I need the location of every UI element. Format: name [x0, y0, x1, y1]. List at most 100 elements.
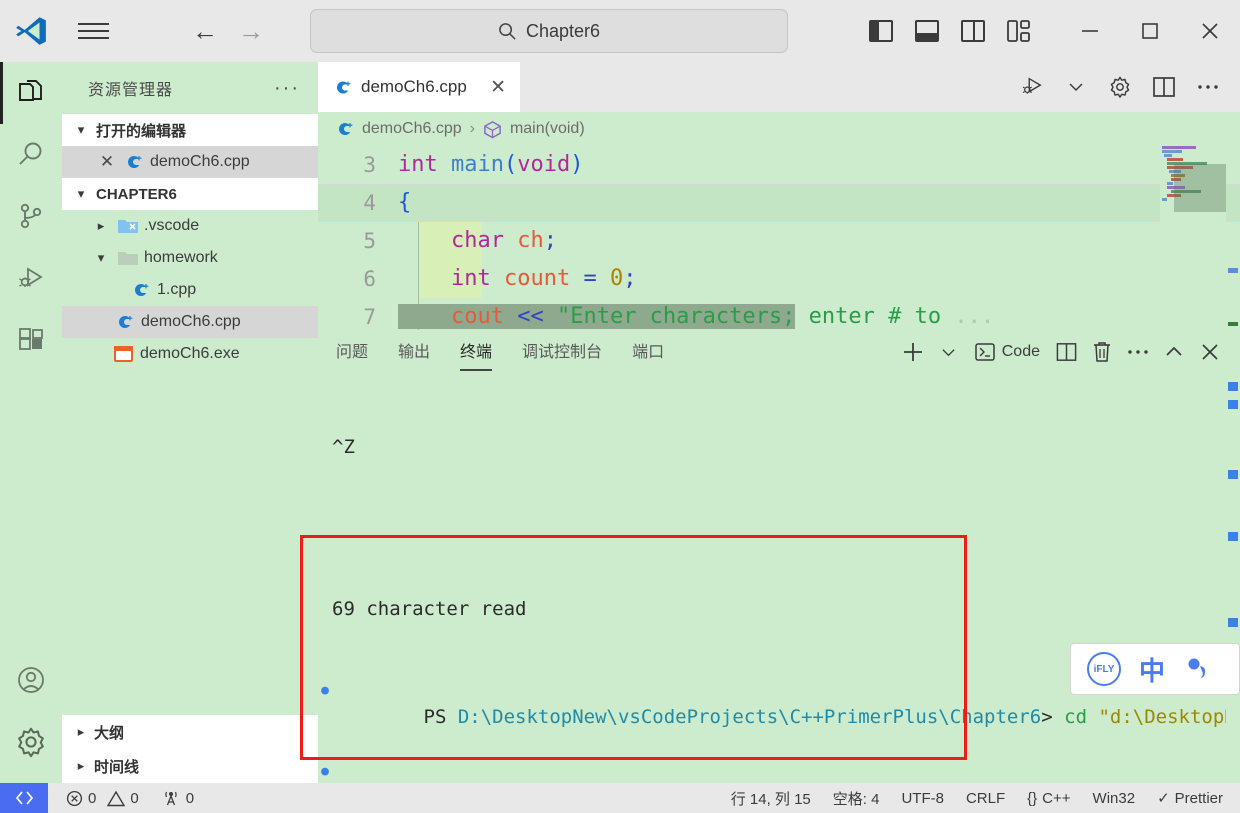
terminal-name[interactable]: Code — [969, 343, 1046, 361]
terminal-output[interactable]: ^Z 69 character read ● PS D:\DesktopNew\v… — [318, 374, 1226, 783]
editor-more-actions-button[interactable] — [1188, 62, 1228, 112]
chevron-up-icon — [1166, 346, 1182, 356]
editor-minimap[interactable] — [1160, 146, 1226, 330]
run-and-debug-icon — [19, 267, 43, 287]
maximize-panel-button[interactable] — [1158, 330, 1190, 374]
account-icon — [18, 667, 44, 693]
code-line: 4 { — [318, 184, 1240, 222]
editor-group: demoCh6.cpp ✕ demoCh6.cpp › main(void) 3… — [318, 62, 1240, 330]
editor-eol[interactable]: CRLF — [955, 783, 1016, 813]
panel-more-actions-button[interactable] — [1122, 330, 1154, 374]
maximize-button[interactable] — [1120, 0, 1180, 62]
minimap-slider[interactable] — [1174, 164, 1226, 212]
ime-floating-toolbar[interactable]: iFLY 中 — [1070, 643, 1240, 695]
ime-language-mode[interactable]: 中 — [1139, 651, 1165, 688]
chevron-right-icon: ▸ — [77, 724, 85, 739]
terminal-line: 69 character read — [332, 598, 527, 620]
tab-output[interactable]: 输出 — [398, 338, 430, 367]
close-button[interactable] — [1180, 0, 1240, 62]
remote-window-icon[interactable] — [0, 783, 48, 813]
tab-terminal[interactable]: 终端 — [460, 338, 493, 371]
tab-demoCh6-cpp[interactable]: demoCh6.cpp ✕ — [318, 62, 520, 112]
breadcrumb-file[interactable]: demoCh6.cpp — [362, 120, 462, 138]
run-dropdown-button[interactable] — [1056, 62, 1096, 112]
tree-item-demoCh6-cpp[interactable]: demoCh6.cpp — [62, 306, 318, 338]
search-input[interactable]: Chapter6 — [310, 9, 788, 53]
code-editor[interactable]: 3 int main(void) 4 { 5 char ch; 6 int co… — [318, 146, 1240, 330]
open-editor-label: demoCh6.cpp — [150, 153, 250, 170]
editor-position[interactable]: 行 14, 列 15 — [720, 783, 822, 813]
section-workspace[interactable]: ▾ CHAPTER6 — [62, 178, 318, 210]
tree-item-demoCh6-exe[interactable]: demoCh6.exe — [62, 338, 318, 370]
trash-icon — [1094, 342, 1110, 362]
folder-icon — [117, 250, 138, 266]
tab-problems[interactable]: 问题 — [336, 338, 368, 367]
editor-settings-button[interactable] — [1100, 62, 1140, 112]
tree-item-homework[interactable]: ▾ homework — [62, 242, 318, 274]
section-outline[interactable]: ▸ 大纲 — [62, 715, 318, 749]
problems-status[interactable]: 0 0 — [48, 783, 150, 813]
editor-platform[interactable]: Win32 — [1082, 783, 1147, 813]
cpp-file-icon — [130, 280, 150, 300]
punctuation-toggle-icon[interactable] — [1183, 654, 1213, 684]
code-line: 3 int main(void) — [318, 146, 1240, 184]
vscode-folder-icon — [117, 218, 138, 234]
split-editor-button[interactable] — [1144, 62, 1184, 112]
breadcrumb-symbol[interactable]: main(void) — [510, 120, 585, 138]
tab-debug-console[interactable]: 调试控制台 — [522, 338, 602, 367]
kill-terminal-button[interactable] — [1086, 330, 1118, 374]
explorer-sidebar: 资源管理器 ··· ▾ 打开的编辑器 ✕ demoCh6.cpp ▾ CHAPT… — [62, 62, 318, 783]
arrow-right-icon[interactable]: → — [228, 0, 274, 62]
prettier-status[interactable]: ✓ Prettier — [1146, 783, 1234, 813]
gear-icon — [18, 727, 44, 758]
symbol-method-icon — [483, 120, 502, 139]
tree-item-vscode[interactable]: ▸ .vscode — [62, 210, 318, 242]
command-decoration-icon[interactable]: ● — [318, 677, 332, 704]
files-icon — [19, 80, 42, 101]
tree-item-1-cpp[interactable]: 1.cpp — [62, 274, 318, 306]
split-icon — [1056, 343, 1076, 361]
split-terminal-button[interactable] — [1050, 330, 1082, 374]
tree-item-label: 1.cpp — [157, 281, 197, 298]
close-icon[interactable]: ✕ — [98, 152, 116, 172]
sidebar-item-extensions[interactable] — [0, 310, 62, 372]
tab-label: demoCh6.cpp — [361, 77, 467, 96]
editor-language[interactable]: {} C++ — [1016, 783, 1081, 813]
tab-ports[interactable]: 端口 — [632, 338, 664, 367]
editor-indentation[interactable]: 空格: 4 — [822, 783, 891, 813]
open-editor-item[interactable]: ✕ demoCh6.cpp — [62, 146, 318, 178]
new-terminal-button[interactable] — [897, 330, 929, 374]
accounts-button[interactable] — [0, 649, 62, 711]
sidebar-item-search[interactable] — [0, 124, 62, 186]
toggle-primary-sidebar[interactable] — [858, 0, 904, 62]
gear-icon — [1110, 76, 1130, 98]
close-panel-button[interactable] — [1194, 330, 1226, 374]
panel-tab-bar: 问题 输出 终端 调试控制台 端口 Code — [318, 330, 1240, 374]
check-icon: ✓ — [1157, 790, 1170, 807]
terminal-scrollbar[interactable] — [1226, 374, 1240, 783]
section-timeline[interactable]: ▸ 时间线 — [62, 749, 318, 783]
run-code-button[interactable] — [1012, 62, 1052, 112]
sidebar-item-source-control[interactable] — [0, 186, 62, 248]
editor-scrollbar[interactable] — [1226, 146, 1240, 330]
ports-status[interactable]: 0 — [150, 783, 205, 813]
minimize-button[interactable] — [1060, 0, 1120, 62]
command-decoration-icon[interactable]: ● — [318, 758, 332, 783]
explorer-more-actions-button[interactable]: ··· — [274, 77, 300, 100]
editor-encoding[interactable]: UTF-8 — [890, 783, 955, 813]
manage-settings-button[interactable] — [0, 711, 62, 773]
sidebar-item-explorer[interactable] — [0, 62, 62, 124]
layout-customize-icon[interactable] — [996, 0, 1042, 62]
close-icon[interactable]: ✕ — [490, 76, 506, 99]
arrow-left-icon[interactable]: ← — [182, 0, 228, 62]
toggle-secondary-sidebar[interactable] — [950, 0, 996, 62]
ports-count: 0 — [185, 789, 195, 807]
hamburger-menu-icon[interactable] — [62, 0, 124, 62]
toggle-panel[interactable] — [904, 0, 950, 62]
line-number: 7 — [363, 305, 376, 329]
terminal-profile-dropdown[interactable] — [933, 330, 965, 374]
ifly-logo-icon[interactable]: iFLY — [1087, 652, 1121, 686]
sidebar-item-run-debug[interactable] — [0, 248, 62, 310]
section-open-editors[interactable]: ▾ 打开的编辑器 — [62, 114, 318, 146]
bottom-panel: 问题 输出 终端 调试控制台 端口 Code ^Z 69 character r… — [318, 330, 1240, 783]
